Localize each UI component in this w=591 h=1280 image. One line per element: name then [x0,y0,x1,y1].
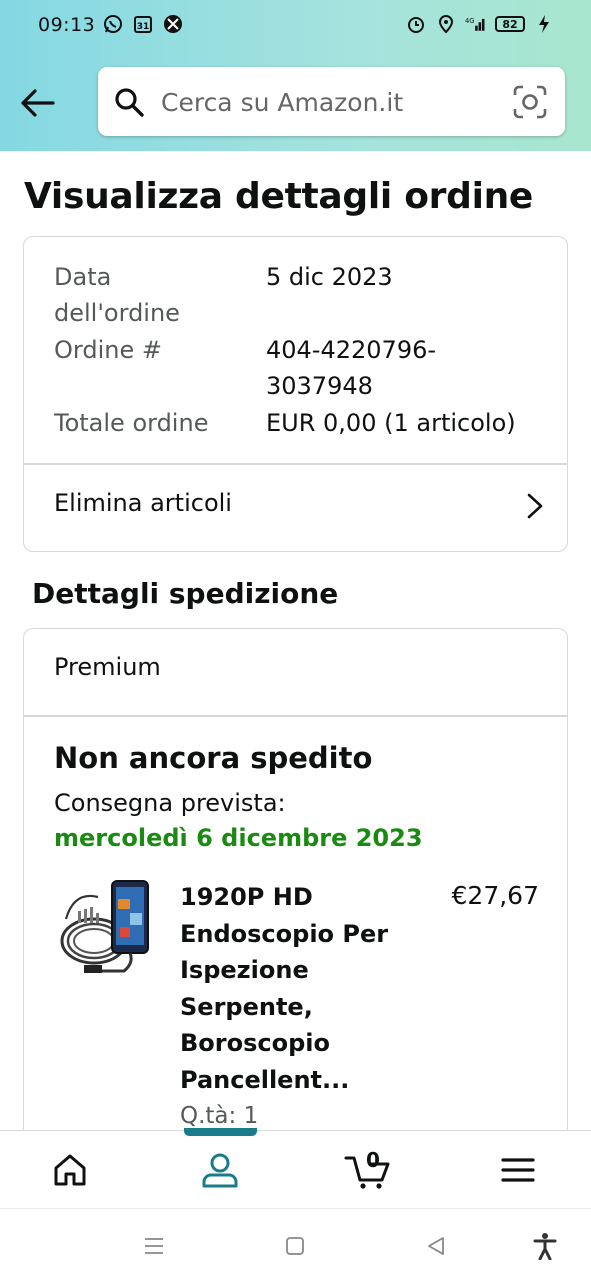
order-date-value: 5 dic 2023 [266,263,393,291]
system-navigation-bar [0,1208,591,1280]
square-home-icon [286,1237,304,1255]
nav-account[interactable] [180,1131,260,1209]
system-icons: 4G 82 [405,13,555,35]
battery-icon: 82 [495,16,525,32]
page-title: Visualizza dettagli ordine [24,176,534,217]
alarm-icon [405,13,427,35]
divider [24,715,567,717]
product-price: €27,67 [451,881,539,910]
status-bar: 09:13 31 4G 82 [0,0,591,52]
product-title-link[interactable]: 1920P HD Endoscopio Per Ispezione Serpen… [180,879,410,1098]
search-icon [115,88,144,117]
status-time: 09:13 [38,14,96,36]
cart-count-badge: 0 [366,1148,380,1172]
recent-apps-button[interactable] [137,1229,171,1263]
search-bar[interactable] [98,67,565,136]
search-input[interactable] [161,85,521,119]
product-quantity: Q.tà: 1 [180,1103,259,1129]
svg-text:4G: 4G [465,17,475,25]
camera-scan-icon[interactable] [513,85,547,119]
location-icon [435,13,457,35]
shipping-section-title: Dettagli spedizione [32,577,339,610]
shipment-status: Non ancora spedito [54,741,373,775]
delete-items-row[interactable]: Elimina articoli [24,465,567,551]
charging-icon [533,13,555,35]
whatsapp-icon [102,13,124,35]
user-icon [202,1153,238,1188]
shipping-service: Premium [54,653,161,681]
header: 09:13 31 4G 82 [0,0,591,151]
bottom-navigation [0,1130,591,1208]
active-tab-indicator [184,1128,257,1136]
product-image[interactable] [56,879,156,979]
triangle-back-icon [428,1237,444,1255]
home-system-button[interactable] [278,1229,312,1263]
order-summary-card: Data dell'ordine 5 dic 2023 Ordine # 404… [23,236,568,552]
svg-text:31: 31 [137,22,150,32]
delete-items-label: Elimina articoli [54,489,232,517]
expected-delivery-date: mercoledì 6 dicembre 2023 [54,824,423,852]
order-total-label: Totale ordine [54,409,209,437]
order-number-value: 404-4220796-3037948 [266,336,437,400]
back-system-button[interactable] [419,1229,453,1263]
arrow-left-icon [21,89,55,117]
xbox-icon [162,13,184,35]
order-total-value: EUR 0,00 (1 articolo) [266,409,516,437]
hamburger-menu-icon [501,1158,535,1182]
notification-icons: 31 [102,13,184,35]
accessibility-button[interactable] [528,1229,562,1263]
endoscope-product-image [60,880,149,973]
order-date-label: Data dell'ordine [54,263,180,327]
chevron-right-icon [527,493,543,519]
nav-menu[interactable] [478,1131,558,1209]
recent-apps-icon [145,1238,163,1254]
expected-delivery-label: Consegna prevista: [54,789,286,817]
calendar-icon: 31 [132,13,154,35]
signal-icon: 4G [465,13,487,35]
nav-home[interactable] [30,1131,110,1209]
accessibility-icon [533,1233,557,1260]
home-icon [54,1154,86,1186]
shipment-card: Premium Non ancora spedito Consegna prev… [23,628,568,1188]
order-number-label: Ordine # [54,336,162,364]
back-button[interactable] [16,82,58,124]
